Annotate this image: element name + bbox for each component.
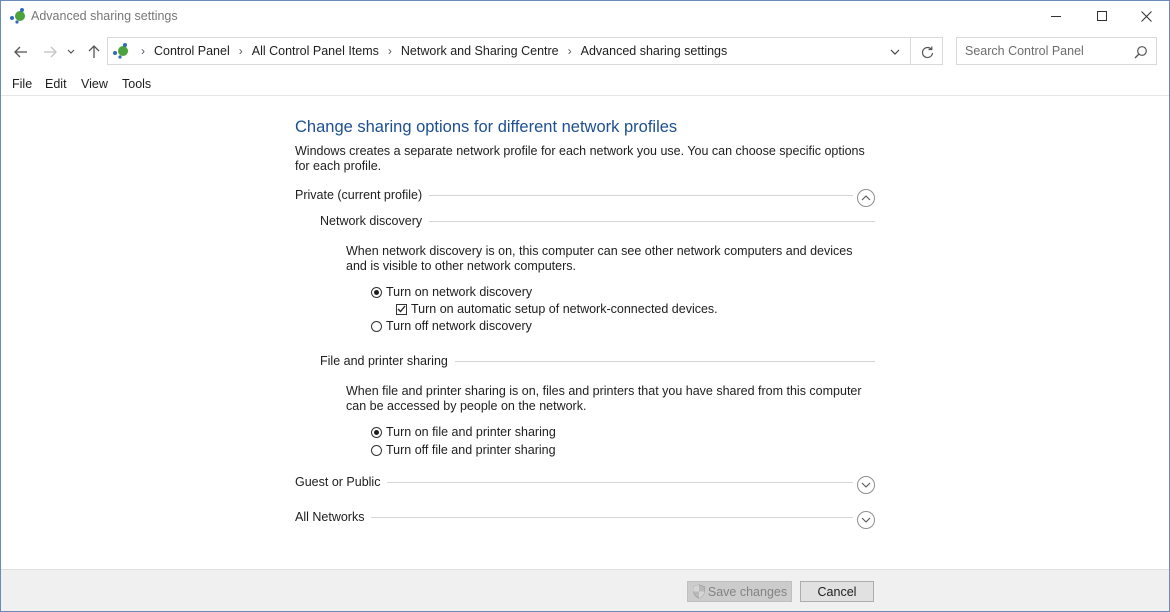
maximize-button[interactable] bbox=[1079, 1, 1125, 31]
menu-tools[interactable]: Tools bbox=[122, 77, 151, 91]
back-arrow-icon bbox=[14, 46, 27, 58]
footer-bar: Save changes Cancel bbox=[1, 569, 1169, 611]
network-discovery-header: Network discovery bbox=[320, 214, 875, 228]
breadcrumb-separator-icon[interactable]: › bbox=[568, 44, 572, 58]
file-sharing-on-label[interactable]: Turn on file and printer sharing bbox=[386, 425, 556, 439]
maximize-icon bbox=[1096, 10, 1107, 21]
chevron-down-icon bbox=[67, 49, 75, 54]
breadcrumb-network-sharing-centre[interactable]: Network and Sharing Centre bbox=[401, 44, 559, 58]
network-discovery-label: Network discovery bbox=[320, 214, 423, 228]
private-profile-collapse-button[interactable] bbox=[857, 189, 875, 207]
network-discovery-on-option[interactable]: Turn on network discovery bbox=[371, 285, 532, 299]
minimize-icon bbox=[1050, 15, 1061, 17]
all-networks-header[interactable]: All Networks bbox=[295, 510, 853, 524]
breadcrumb: › Control Panel › All Control Panel Item… bbox=[132, 44, 727, 58]
recent-locations-button[interactable] bbox=[63, 41, 79, 63]
file-printer-sharing-header: File and printer sharing bbox=[320, 354, 875, 368]
file-sharing-on-radio[interactable] bbox=[371, 426, 382, 438]
address-history-dropdown[interactable] bbox=[884, 44, 906, 60]
auto-setup-label[interactable]: Turn on automatic setup of network-conne… bbox=[411, 302, 718, 316]
breadcrumb-all-items[interactable]: All Control Panel Items bbox=[252, 44, 379, 58]
chevron-down-icon bbox=[861, 482, 871, 488]
up-arrow-icon bbox=[88, 45, 100, 58]
network-discovery-on-radio[interactable] bbox=[371, 286, 382, 298]
breadcrumb-advanced-sharing[interactable]: Advanced sharing settings bbox=[581, 44, 728, 58]
menu-bar: File Edit View Tools bbox=[1, 73, 1169, 96]
cancel-label: Cancel bbox=[817, 584, 857, 599]
section-divider bbox=[454, 360, 875, 362]
save-changes-label: Save changes bbox=[707, 584, 788, 599]
guest-public-header[interactable]: Guest or Public bbox=[295, 475, 853, 489]
breadcrumb-separator-icon[interactable]: › bbox=[239, 44, 243, 58]
close-icon bbox=[1140, 10, 1152, 22]
chevron-down-icon bbox=[861, 517, 871, 523]
save-changes-button[interactable]: Save changes bbox=[687, 581, 792, 602]
auto-setup-checkbox[interactable] bbox=[396, 303, 407, 315]
file-printer-sharing-label: File and printer sharing bbox=[320, 354, 448, 368]
network-discovery-off-radio[interactable] bbox=[371, 320, 382, 332]
private-profile-header[interactable]: Private (current profile) bbox=[295, 188, 853, 202]
close-button[interactable] bbox=[1123, 1, 1169, 31]
network-discovery-off-label[interactable]: Turn off network discovery bbox=[386, 319, 532, 333]
section-divider bbox=[429, 194, 853, 196]
address-divider bbox=[910, 38, 911, 64]
up-button[interactable] bbox=[83, 41, 105, 63]
guest-public-label: Guest or Public bbox=[295, 475, 381, 489]
checkmark-icon bbox=[397, 305, 406, 313]
breadcrumb-control-panel[interactable]: Control Panel bbox=[154, 44, 230, 58]
address-bar[interactable]: › Control Panel › All Control Panel Item… bbox=[107, 37, 943, 65]
minimize-button[interactable] bbox=[1033, 1, 1079, 31]
control-panel-window: Advanced sharing settings › Control Pane… bbox=[0, 0, 1170, 612]
chevron-up-icon bbox=[861, 195, 871, 201]
radio-selected-dot bbox=[374, 429, 379, 435]
chevron-down-icon bbox=[890, 49, 900, 55]
intro-text: Windows creates a separate network profi… bbox=[295, 144, 865, 173]
back-button[interactable] bbox=[10, 41, 32, 63]
refresh-icon bbox=[921, 46, 933, 58]
all-networks-label: All Networks bbox=[295, 510, 365, 524]
file-sharing-off-option[interactable]: Turn off file and printer sharing bbox=[371, 443, 556, 457]
network-discovery-off-option[interactable]: Turn off network discovery bbox=[371, 319, 532, 333]
window-title: Advanced sharing settings bbox=[31, 9, 178, 23]
search-input[interactable] bbox=[957, 38, 1135, 64]
section-divider bbox=[371, 516, 853, 518]
uac-shield-icon bbox=[692, 584, 705, 599]
forward-button[interactable] bbox=[39, 41, 61, 63]
search-icon[interactable] bbox=[1134, 45, 1148, 59]
title-bar[interactable]: Advanced sharing settings bbox=[1, 1, 1169, 33]
file-sharing-off-label[interactable]: Turn off file and printer sharing bbox=[386, 443, 556, 457]
file-sharing-on-option[interactable]: Turn on file and printer sharing bbox=[371, 425, 556, 439]
auto-setup-option[interactable]: Turn on automatic setup of network-conne… bbox=[396, 302, 718, 316]
network-discovery-description: When network discovery is on, this compu… bbox=[346, 244, 853, 273]
radio-selected-dot bbox=[374, 289, 379, 295]
search-box[interactable] bbox=[956, 37, 1157, 65]
breadcrumb-separator-icon[interactable]: › bbox=[388, 44, 392, 58]
network-discovery-on-label[interactable]: Turn on network discovery bbox=[386, 285, 532, 299]
all-networks-expand-button[interactable] bbox=[857, 511, 875, 529]
menu-file[interactable]: File bbox=[12, 77, 32, 91]
file-printer-sharing-description: When file and printer sharing is on, fil… bbox=[346, 384, 862, 413]
forward-arrow-icon bbox=[44, 46, 57, 58]
menu-edit[interactable]: Edit bbox=[45, 77, 67, 91]
refresh-button[interactable] bbox=[914, 42, 940, 62]
menu-view[interactable]: View bbox=[81, 77, 108, 91]
network-sharing-icon bbox=[10, 8, 25, 24]
file-sharing-off-radio[interactable] bbox=[371, 444, 382, 456]
breadcrumb-separator-icon[interactable]: › bbox=[141, 44, 145, 58]
network-sharing-icon bbox=[113, 43, 128, 59]
section-divider bbox=[387, 481, 853, 483]
section-divider bbox=[429, 220, 875, 222]
private-profile-label: Private (current profile) bbox=[295, 188, 423, 202]
cancel-button[interactable]: Cancel bbox=[800, 581, 874, 602]
page-title: Change sharing options for different net… bbox=[295, 118, 678, 136]
guest-public-expand-button[interactable] bbox=[857, 476, 875, 494]
